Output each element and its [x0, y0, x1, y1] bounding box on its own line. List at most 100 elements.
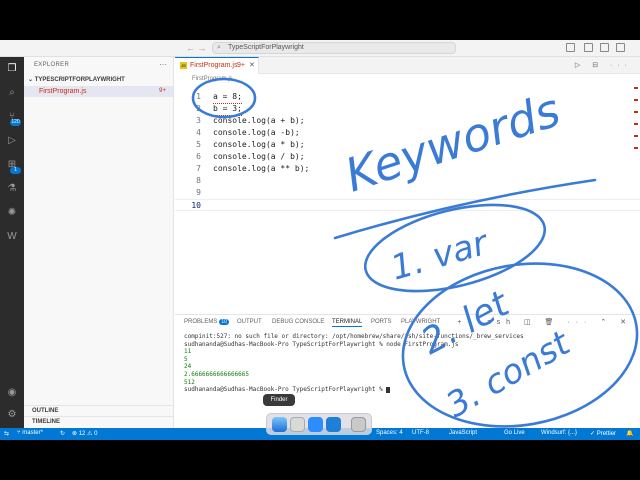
- prettier-status[interactable]: ✓ Prettier: [590, 430, 616, 437]
- code-line-current[interactable]: 10: [175, 199, 640, 211]
- command-center-label: TypeScriptForPlaywright: [228, 44, 304, 51]
- sync-icon[interactable]: ↻: [60, 430, 65, 437]
- terminal-line: 24: [184, 363, 192, 371]
- terminal-output[interactable]: compinit:527: no such file or directory:…: [184, 333, 634, 394]
- toggle-secondary-sidebar-icon[interactable]: [600, 43, 609, 52]
- remote-indicator-icon[interactable]: ⇆: [4, 430, 9, 437]
- terminal-prompt-row: sudhananda@Sudhas-MacBook-Pro TypeScript…: [184, 386, 634, 394]
- line-number: 8: [196, 176, 201, 185]
- search-icon: ⌕: [217, 44, 221, 51]
- line-text: console.log(a + b);: [213, 116, 305, 125]
- extensions-badge: 1: [10, 167, 21, 174]
- timeline-section[interactable]: TIMELINE: [24, 416, 173, 427]
- terminal-cursor: [386, 386, 391, 393]
- explorer-sidebar: EXPLORER ··· ⌄ TYPESCRIPTFORPLAYWRIGHT F…: [24, 57, 174, 428]
- tab-firstprogram[interactable]: JS FirstProgram.js 9+ ✕: [175, 57, 259, 74]
- panel-tabs: PROBLEMS 10 OUTPUT DEBUG CONSOLE TERMINAL…: [175, 315, 640, 329]
- file-problem-count: 9+: [159, 88, 166, 94]
- code-line[interactable]: 3 console.log(a + b);: [175, 115, 640, 127]
- branch-indicator[interactable]: ⑂ master*: [17, 430, 43, 436]
- windsurf-status[interactable]: Windsurf: {...}: [541, 430, 577, 436]
- customize-layout-icon[interactable]: [616, 43, 625, 52]
- panel-actions[interactable]: +⌄ zsh ◫ 🗑 ··· ⌃ ✕: [457, 318, 632, 326]
- line-text: console.log(a -b);: [213, 128, 300, 137]
- workspace-folder-label: TYPESCRIPTFORPLAYWRIGHT: [34, 77, 125, 83]
- editor-area: JS FirstProgram.js 9+ ✕ ▷ ⊟ ··· FirstPro…: [175, 57, 640, 350]
- code-line[interactable]: 6 console.log(a / b);: [175, 151, 640, 163]
- testing-icon[interactable]: ⚗: [6, 183, 18, 195]
- encoding-status[interactable]: UTF-8: [412, 430, 429, 436]
- toggle-sidebar-icon[interactable]: [566, 43, 575, 52]
- file-name: FirstProgram.js: [39, 88, 87, 95]
- code-line[interactable]: 5 console.log(a * b);: [175, 139, 640, 151]
- code-line[interactable]: 9: [175, 187, 640, 199]
- line-number: 1: [196, 92, 201, 101]
- activity-bar: ❐ ⌕ ⑂ 120 ▷ ⊞ 1 ⚗ ✺ W ◉ ⚙: [0, 57, 24, 428]
- breadcrumb[interactable]: FirstProgram.js: [192, 76, 233, 82]
- outline-label: OUTLINE: [32, 408, 59, 414]
- outline-section[interactable]: OUTLINE: [24, 405, 173, 416]
- workspace-folder[interactable]: ⌄ TYPESCRIPTFORPLAYWRIGHT: [28, 76, 125, 83]
- tab-ports[interactable]: PORTS: [371, 319, 392, 325]
- terminal-line: 2.6666666666666665: [184, 370, 250, 378]
- line-text: console.log(a / b);: [213, 152, 305, 161]
- line-text: console.log(a ** b);: [213, 164, 310, 173]
- indentation-status[interactable]: Spaces: 4: [376, 430, 403, 436]
- editor-actions[interactable]: ▷ ⊟ ···: [575, 61, 632, 69]
- editor-overview-ruler[interactable]: [633, 77, 639, 197]
- tab-output[interactable]: OUTPUT: [237, 319, 262, 325]
- launchpad-icon[interactable]: [290, 417, 305, 432]
- editor-tab-bar: JS FirstProgram.js 9+ ✕ ▷ ⊟ ···: [175, 57, 640, 74]
- windsurf-icon[interactable]: ✺: [6, 207, 18, 219]
- code-line[interactable]: 7 console.log(a ** b);: [175, 163, 640, 175]
- problems-indicator[interactable]: ⊗ 12 ⚠ 0: [72, 430, 97, 437]
- problems-count-badge: 10: [219, 319, 229, 325]
- tab-debug-console[interactable]: DEBUG CONSOLE: [272, 319, 324, 325]
- tab-close-icon[interactable]: ✕: [249, 61, 255, 69]
- trash-icon[interactable]: [351, 417, 366, 432]
- go-live-status[interactable]: Go Live: [504, 430, 525, 436]
- code-line[interactable]: 8: [175, 175, 640, 187]
- manage-gear-icon[interactable]: ⚙: [6, 409, 18, 421]
- terminal-line: 5: [184, 355, 188, 363]
- vscode-window: ← → ⌕ TypeScriptForPlaywright ❐ ⌕ ⑂ 120 …: [0, 40, 640, 440]
- source-control-badge: 120: [10, 119, 21, 126]
- search-icon[interactable]: ⌕: [6, 87, 18, 99]
- dock-tooltip: Finder: [263, 394, 295, 406]
- language-mode-status[interactable]: JavaScript: [449, 430, 477, 436]
- tab-terminal[interactable]: TERMINAL: [332, 319, 363, 327]
- shell-name: zsh: [487, 319, 517, 326]
- notifications-bell-icon[interactable]: 🔔: [626, 430, 633, 437]
- terminal-line: compinit:527: no such file or directory:…: [184, 333, 524, 340]
- file-item-firstprogram[interactable]: FirstProgram.js 9+: [24, 86, 173, 97]
- nav-arrows[interactable]: ← →: [186, 43, 207, 53]
- macos-dock: [266, 413, 372, 435]
- terminal-line: 512: [184, 378, 195, 386]
- line-number: 5: [196, 140, 201, 149]
- command-center[interactable]: ⌕ TypeScriptForPlaywright: [212, 42, 456, 54]
- run-debug-icon[interactable]: ▷: [6, 135, 18, 147]
- tab-label: FirstProgram.js: [190, 62, 238, 69]
- code-line[interactable]: 4 console.log(a -b);: [175, 127, 640, 139]
- code-line[interactable]: 2b = 3;: [175, 103, 640, 116]
- terminal-line: sudhananda@Sudhas-MacBook-Pro TypeScript…: [184, 386, 387, 394]
- explorer-title: EXPLORER: [34, 62, 70, 68]
- line-number: 10: [191, 201, 201, 210]
- remote-icon[interactable]: W: [6, 231, 18, 243]
- terminal-line: sudhananda@Sudhas-MacBook-Pro TypeScript…: [184, 340, 459, 348]
- tab-playwright[interactable]: PLAYWRIGHT: [401, 319, 440, 325]
- line-number: 2: [196, 104, 201, 113]
- vscode-icon[interactable]: [326, 417, 341, 432]
- line-number: 7: [196, 164, 201, 173]
- more-actions-icon[interactable]: ···: [159, 60, 167, 69]
- timeline-label: TIMELINE: [32, 419, 60, 425]
- tab-problems[interactable]: PROBLEMS 10: [184, 319, 229, 325]
- account-icon[interactable]: ◉: [6, 387, 18, 399]
- toggle-panel-icon[interactable]: [584, 43, 593, 52]
- tab-problems-label: PROBLEMS: [184, 319, 218, 325]
- explorer-icon[interactable]: ❐: [6, 63, 18, 75]
- finder-icon[interactable]: [272, 417, 287, 432]
- code-line[interactable]: 1a = 8;: [175, 91, 640, 104]
- zoom-icon[interactable]: [308, 417, 323, 432]
- bottom-panel: PROBLEMS 10 OUTPUT DEBUG CONSOLE TERMINAL…: [175, 314, 640, 428]
